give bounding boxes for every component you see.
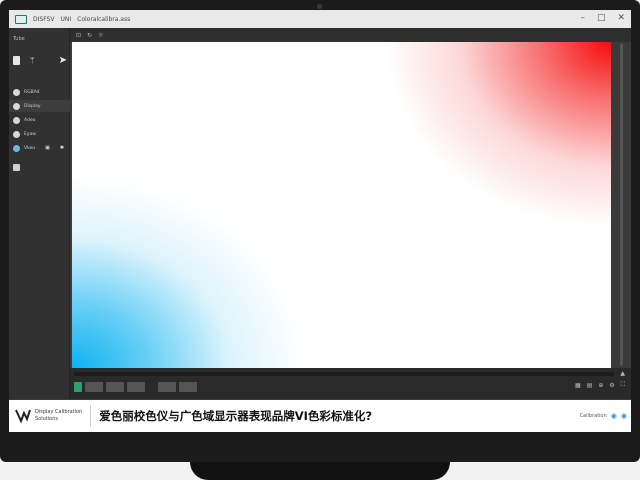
layers-icon[interactable]: ▤: [587, 382, 593, 389]
caption-banner: Display Calibration Solutions 爱色丽校色仪与广色域…: [9, 400, 631, 432]
banner-divider: [90, 405, 92, 427]
status-bar-right: ▦ ▤ ⊕ ⚙ ⛶: [575, 381, 625, 389]
tool-button[interactable]: [85, 382, 103, 392]
expand-icon[interactable]: ▲: [620, 370, 625, 377]
settings-icon[interactable]: ⚙: [609, 382, 614, 389]
headline: 爱色丽校色仪与广色域显示器表现品牌VI色彩标准化?: [99, 409, 373, 423]
sidebar-item-label: Eyaw: [24, 131, 36, 137]
chart-button[interactable]: [179, 382, 197, 392]
circle-icon: [13, 130, 20, 138]
lock-icon[interactable]: ▣: [45, 145, 50, 151]
timeline-track[interactable]: [74, 372, 614, 376]
sidebar-item-label: RGBA4: [24, 89, 40, 95]
zoom-icon[interactable]: ⊕: [598, 382, 603, 389]
sidebar-tools: ᛘ ➤: [13, 52, 67, 68]
sidebar-item-label: Display: [24, 103, 41, 109]
color-gradient-canvas[interactable]: [72, 42, 611, 368]
vertical-scrollbar[interactable]: [611, 42, 631, 368]
menu-item[interactable]: UNI: [60, 16, 71, 23]
fullscreen-icon[interactable]: ⛶: [621, 381, 625, 389]
sidebar-item-label: Vkeu: [24, 145, 36, 151]
globe-icon: [13, 144, 20, 152]
color-swatch-icon[interactable]: [74, 382, 82, 392]
minimize-icon[interactable]: –: [580, 13, 585, 24]
webcam-icon: [317, 4, 322, 9]
refresh-icon[interactable]: ↻: [87, 32, 92, 39]
grid-icon[interactable]: ▦: [575, 382, 581, 389]
circle-icon: [13, 88, 20, 96]
window-controls: – □ ✕: [580, 13, 625, 24]
gear-icon[interactable]: ✱: [60, 145, 64, 151]
crop-icon[interactable]: ⊡: [76, 32, 81, 39]
banner-right-label: Calibration: [579, 413, 607, 419]
sidebar-item-adeo[interactable]: Adeo: [9, 114, 70, 126]
tool-button[interactable]: [127, 382, 145, 392]
sun-icon[interactable]: ☼: [98, 32, 103, 39]
maximize-icon[interactable]: □: [597, 13, 606, 24]
title-bar: DISFSV UNI Coloralcalibra.ass – □ ✕: [9, 10, 631, 28]
brand-logo-icon: [13, 406, 33, 426]
pointer-icon[interactable]: ➤: [59, 55, 67, 66]
sidebar-label: Tube: [13, 36, 25, 42]
info-icon[interactable]: ◉: [621, 412, 627, 420]
folder-icon[interactable]: [13, 164, 20, 171]
tool-button[interactable]: [106, 382, 124, 392]
monitor-stand: [190, 462, 450, 480]
app-icon: [15, 14, 27, 24]
sidebar: Tube ᛘ ➤ RGBA4 Display Adeo Eyaw Vkeu ▣ …: [9, 28, 70, 399]
close-icon[interactable]: ✕: [617, 13, 625, 24]
circle-icon: [13, 116, 20, 124]
brand-logo-text: Display Calibration Solutions: [35, 409, 82, 423]
tool-button[interactable]: [158, 382, 176, 392]
share-icon[interactable]: ◉: [611, 412, 617, 420]
status-bar-tools: [74, 382, 197, 392]
pin-icon[interactable]: ᛘ: [30, 56, 35, 65]
circle-icon: [13, 102, 20, 110]
sidebar-item-rgba4[interactable]: RGBA4: [9, 86, 70, 98]
sidebar-item-display[interactable]: Display: [9, 100, 70, 112]
toolbar: ⊡ ↻ ☼: [70, 28, 631, 42]
page-icon[interactable]: [13, 55, 20, 65]
scrollbar-thumb[interactable]: [620, 44, 623, 366]
brand-line-2: Solutions: [35, 416, 58, 422]
sidebar-item-label: Adeo: [24, 117, 36, 123]
app-window: DISFSV UNI Coloralcalibra.ass – □ ✕ Tube…: [9, 10, 631, 432]
window-subtitle: Coloralcalibra.ass: [77, 15, 131, 23]
app-title: DISFSV: [33, 15, 55, 23]
sidebar-item-eyaw[interactable]: Eyaw: [9, 128, 70, 140]
status-bar: ▲ ▦ ▤ ⊕ ⚙ ⛶: [70, 368, 631, 399]
sidebar-item-vkeu[interactable]: Vkeu ▣ ✱: [9, 142, 70, 154]
monitor: DISFSV UNI Coloralcalibra.ass – □ ✕ Tube…: [0, 0, 640, 480]
brand-line-1: Display Calibration: [35, 409, 83, 415]
banner-right: Calibration ◉ ◉: [580, 412, 627, 420]
